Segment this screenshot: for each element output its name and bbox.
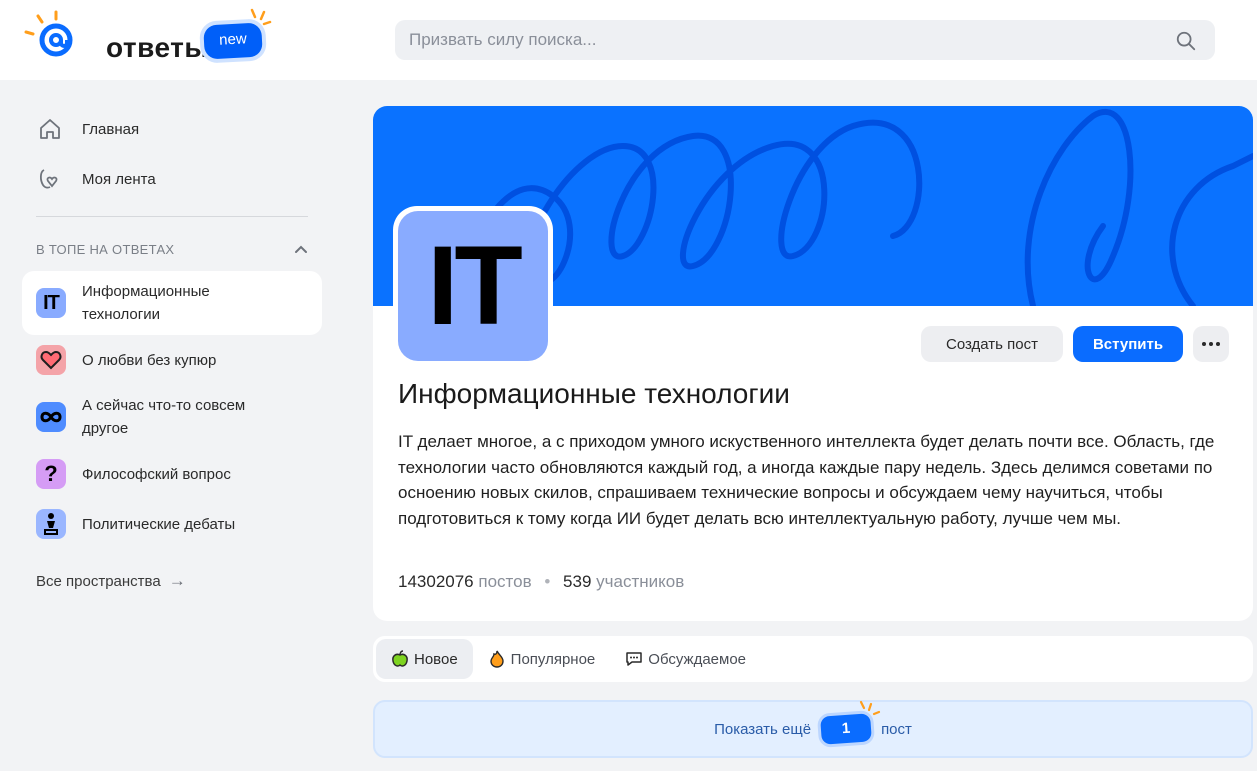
posts-label: постов (478, 572, 532, 591)
sidebar-topic-label: О любви без купюр (82, 351, 217, 369)
tab-new[interactable]: Новое (376, 639, 473, 679)
badge-sparkle-icon (250, 8, 272, 26)
sidebar-divider (36, 216, 308, 217)
sidebar-topic-label: Философский вопрос (82, 465, 231, 483)
all-spaces-link[interactable]: Все пространства → (22, 561, 322, 601)
show-more-posts-button[interactable]: Показать ещё 1 пост (373, 700, 1253, 758)
more-options-button[interactable] (1193, 326, 1229, 362)
infinity-icon (36, 402, 66, 432)
feed-heart-icon (36, 165, 64, 193)
nav-feed[interactable]: Моя лента (22, 154, 322, 204)
nav-feed-label: Моя лента (82, 170, 156, 188)
create-post-button[interactable]: Создать пост (921, 326, 1063, 362)
heart-icon (36, 345, 66, 375)
space-title: Информационные технологии (398, 378, 790, 409)
show-more-suffix: пост (881, 720, 912, 738)
space-stats: 14302076 постов • 539 участников (398, 572, 684, 592)
sidebar-topic-label: А сейчас что-то совсем другое (82, 397, 246, 437)
apple-icon (391, 650, 409, 668)
sidebar-topic-different[interactable]: А сейчас что-то совсем другое (22, 385, 322, 449)
sidebar-topic-label: Политические дебаты (82, 515, 236, 533)
chevron-up-icon[interactable] (294, 244, 308, 254)
members-count: 539 (563, 572, 592, 591)
header: ответы new (0, 0, 1257, 80)
nav-home-label: Главная (82, 120, 140, 138)
nav-home[interactable]: Главная (22, 104, 322, 154)
tab-popular-label: Популярное (510, 650, 596, 668)
tab-discussed-label: Обсуждаемое (648, 650, 747, 668)
tab-new-label: Новое (414, 650, 458, 668)
space-avatar-text: IT (427, 223, 523, 348)
sidebar-topic-politics[interactable]: Политические дебаты (22, 499, 322, 549)
tab-popular[interactable]: Популярное (473, 639, 611, 679)
show-more-prefix: Показать ещё (714, 720, 812, 738)
chat-icon (625, 650, 643, 668)
it-icon: IT (36, 288, 66, 318)
search-input[interactable] (409, 20, 1149, 60)
posts-count: 14302076 (398, 572, 474, 591)
search-icon[interactable] (1175, 30, 1197, 52)
sidebar: Главная Моя лента В ТОПЕ НА ОТВЕТАХ IT И… (22, 104, 322, 601)
logo-at-icon (24, 10, 73, 57)
stats-separator: • (544, 572, 551, 591)
top-section-title: В ТОПЕ НА ОТВЕТАХ (36, 241, 175, 257)
question-icon: ? (36, 459, 66, 489)
sidebar-topic-philosophy[interactable]: ? Философский вопрос (22, 449, 322, 499)
sidebar-topic-love[interactable]: О любви без купюр (22, 335, 322, 385)
space-avatar: IT (393, 206, 553, 366)
logo-text: ответы (106, 32, 209, 63)
space-description: IT делает многое, а с приходом умного ис… (398, 432, 1215, 528)
badge-sparkle-icon (859, 700, 881, 716)
podium-icon (36, 509, 66, 539)
home-icon (36, 115, 64, 143)
arrow-right-icon: → (168, 571, 186, 590)
members-label: участников (596, 572, 685, 591)
more-dots-icon (1202, 342, 1220, 346)
search-bar (395, 20, 1215, 60)
space-card: IT Создать пост Вступить Информационные … (373, 106, 1253, 621)
tab-discussed[interactable]: Обсуждаемое (610, 639, 761, 679)
top-section-header[interactable]: В ТОПЕ НА ОТВЕТАХ (22, 227, 322, 271)
feed-tabs: Новое Популярное Обсуждаемое (373, 636, 1253, 682)
fire-icon (488, 650, 506, 668)
sidebar-topic-label: Информационные технологии (82, 283, 210, 323)
sidebar-topic-it[interactable]: IT Информационные технологии (22, 271, 322, 335)
logo[interactable]: ответы new (24, 8, 274, 68)
join-button[interactable]: Вступить (1073, 326, 1183, 362)
all-spaces-label: Все пространства (36, 572, 161, 590)
